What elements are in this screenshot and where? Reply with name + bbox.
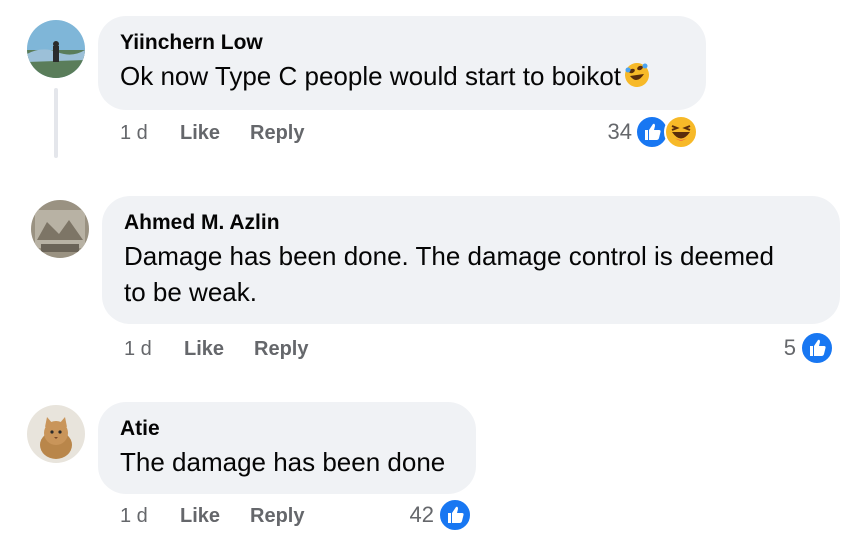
like-icon (438, 498, 472, 532)
comment-author[interactable]: Atie (120, 416, 456, 442)
avatar[interactable] (27, 405, 85, 463)
comment-text: The damage has been done (120, 447, 446, 477)
like-button[interactable]: Like (180, 505, 220, 528)
comment-time[interactable]: 1 d (120, 122, 148, 145)
like-button[interactable]: Like (184, 338, 224, 361)
comment-bubble: Yiinchern Low Ok now Type C people would… (98, 16, 706, 110)
comment-text: Ok now Type C people would start to boik… (120, 58, 686, 94)
like-icon (800, 331, 834, 365)
comment-author[interactable]: Ahmed M. Azlin (124, 210, 820, 236)
reaction-count: 5 (783, 335, 796, 360)
comment-time[interactable]: 1 d (124, 338, 152, 361)
like-button[interactable]: Like (180, 122, 220, 145)
reply-button[interactable]: Reply (250, 505, 304, 528)
comment-text-line-1: Damage has been done. The damage control… (124, 241, 774, 271)
reaction-summary[interactable]: 42 (400, 498, 472, 532)
avatar[interactable] (31, 200, 89, 258)
comment-bubble: Ahmed M. Azlin Damage has been done. The… (102, 196, 840, 324)
reaction-count: 34 (607, 119, 632, 144)
comment-author[interactable]: Yiinchern Low (120, 30, 686, 56)
reaction-count: 42 (409, 502, 434, 527)
comment-text-line-2: to be weak. (124, 277, 257, 307)
thread-line (54, 88, 58, 158)
reaction-summary[interactable]: 34 (590, 115, 700, 149)
avatar[interactable] (27, 20, 85, 78)
reply-button[interactable]: Reply (250, 122, 304, 145)
reply-button[interactable]: Reply (254, 338, 308, 361)
comment-time[interactable]: 1 d (120, 505, 148, 528)
reaction-summary[interactable]: 5 (770, 331, 834, 365)
comment-bubble: Atie The damage has been done (98, 402, 476, 494)
rolling-laughing-emoji-icon (623, 61, 651, 89)
laughing-emoji-icon (664, 115, 698, 149)
